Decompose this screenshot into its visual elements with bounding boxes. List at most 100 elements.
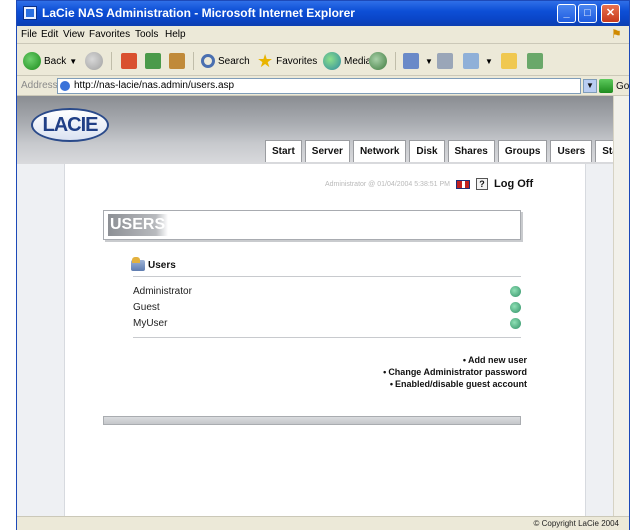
copyright-text: © Copyright LaCie 2004 bbox=[533, 519, 620, 528]
history-icon bbox=[369, 52, 387, 70]
tab-users[interactable]: Users bbox=[550, 140, 593, 162]
log-off-link[interactable]: Log Off bbox=[494, 178, 533, 190]
add-new-user-link[interactable]: • Add new user bbox=[383, 354, 527, 366]
menu-help[interactable]: Help bbox=[165, 29, 186, 40]
list-item: MyUser bbox=[133, 316, 521, 332]
edit-page-icon bbox=[463, 53, 479, 69]
tab-shares[interactable]: Shares bbox=[447, 140, 495, 162]
chevron-down-icon: ▼ bbox=[485, 56, 493, 66]
messenger-icon bbox=[527, 53, 543, 69]
chevron-down-icon: ▼ bbox=[425, 56, 433, 66]
forward-button[interactable] bbox=[85, 50, 106, 72]
uk-flag-icon[interactable] bbox=[456, 179, 471, 189]
stop-button[interactable] bbox=[121, 50, 140, 72]
page-viewport: LACIE Start Server Network Disk Shares G… bbox=[17, 96, 629, 516]
windows-flag-icon: ⚑ bbox=[611, 27, 622, 41]
address-label: Address bbox=[21, 80, 58, 91]
title-bar: LaCie NAS Administration - Microsoft Int… bbox=[17, 1, 629, 26]
menu-view[interactable]: View bbox=[63, 29, 85, 40]
tab-network[interactable]: Network bbox=[352, 140, 407, 162]
menu-bar: File Edit View Favorites Tools Help ⚑ bbox=[17, 26, 629, 44]
favorites-label: Favorites bbox=[276, 55, 318, 67]
back-arrow-icon bbox=[23, 52, 41, 70]
users-section-title: Users bbox=[131, 257, 176, 271]
change-admin-password-link[interactable]: • Change Administrator password bbox=[383, 366, 527, 378]
edit-user-icon[interactable] bbox=[510, 302, 521, 313]
chevron-down-icon: ▼ bbox=[69, 56, 78, 66]
toggle-guest-account-link[interactable]: • Enabled/disable guest account bbox=[383, 378, 527, 390]
session-info: Administrator @ 01/04/2004 5:38:51 PM bbox=[325, 180, 451, 188]
go-button[interactable]: Go bbox=[599, 78, 629, 94]
media-label: Media bbox=[344, 55, 372, 67]
refresh-button[interactable] bbox=[145, 50, 164, 72]
toolbar-separator bbox=[111, 52, 112, 70]
back-label: Back bbox=[44, 55, 67, 67]
toolbar-separator bbox=[395, 52, 396, 70]
history-button[interactable] bbox=[369, 50, 390, 72]
user-actions: • Add new user • Change Administrator pass… bbox=[383, 354, 527, 390]
edit-user-icon[interactable] bbox=[510, 318, 521, 329]
menu-tools[interactable]: Tools bbox=[135, 29, 158, 40]
browser-window: LaCie NAS Administration - Microsoft Int… bbox=[16, 0, 630, 530]
go-arrow-icon bbox=[599, 79, 613, 93]
users-icon bbox=[131, 257, 145, 271]
edit-button[interactable]: ▼ bbox=[463, 50, 493, 72]
maximize-button[interactable]: □ bbox=[578, 4, 597, 23]
section-title-label: Users bbox=[148, 260, 176, 271]
page-heading-banner: USERS bbox=[103, 210, 521, 240]
lacie-logo: LACIE bbox=[31, 108, 109, 142]
left-margin-panel bbox=[17, 164, 65, 516]
media-button[interactable]: Media bbox=[323, 50, 371, 72]
user-name: Guest bbox=[133, 302, 160, 313]
menu-favorites[interactable]: Favorites bbox=[89, 29, 130, 40]
site-header: LACIE Start Server Network Disk Shares G… bbox=[17, 96, 629, 164]
menu-file[interactable]: File bbox=[21, 29, 37, 40]
right-margin-panel bbox=[585, 164, 613, 516]
folder-icon bbox=[501, 53, 517, 69]
star-icon: ★ bbox=[257, 50, 274, 71]
list-item: Administrator bbox=[133, 284, 521, 300]
go-label: Go bbox=[616, 80, 630, 92]
mail-icon bbox=[403, 53, 419, 69]
media-icon bbox=[323, 52, 341, 70]
search-button[interactable]: Search bbox=[201, 50, 250, 72]
home-button[interactable] bbox=[169, 50, 188, 72]
address-dropdown-button[interactable]: ▼ bbox=[583, 79, 597, 93]
bullet-icon: • bbox=[462, 355, 466, 365]
vertical-scrollbar[interactable] bbox=[613, 96, 629, 516]
favorites-button[interactable]: ★ Favorites bbox=[257, 50, 317, 72]
list-item: Guest bbox=[133, 300, 521, 316]
toolbar: Back ▼ Search ★ Favorites Media ▼ ▼ bbox=[17, 44, 629, 76]
address-url: http://nas-lacie/nas.admin/users.asp bbox=[74, 80, 235, 91]
home-icon bbox=[169, 53, 185, 69]
ie-app-icon bbox=[23, 6, 37, 20]
main-nav: Start Server Network Disk Shares Groups … bbox=[265, 140, 629, 162]
search-icon bbox=[201, 54, 215, 68]
session-status: Administrator @ 01/04/2004 5:38:51 PM ? … bbox=[325, 178, 533, 190]
page-title: USERS bbox=[108, 214, 168, 236]
back-button[interactable]: Back ▼ bbox=[23, 50, 77, 72]
edit-user-icon[interactable] bbox=[510, 286, 521, 297]
bullet-icon: • bbox=[383, 367, 387, 377]
action-label: Enabled/disable guest account bbox=[394, 379, 527, 389]
page-icon bbox=[60, 81, 70, 91]
messenger-button[interactable] bbox=[527, 50, 546, 72]
action-label: Change Administrator password bbox=[388, 367, 527, 377]
minimize-button[interactable]: _ bbox=[557, 4, 576, 23]
tab-disk[interactable]: Disk bbox=[409, 140, 445, 162]
refresh-icon bbox=[145, 53, 161, 69]
bullet-icon: • bbox=[389, 379, 393, 389]
print-icon bbox=[437, 53, 453, 69]
mail-button[interactable]: ▼ bbox=[403, 50, 433, 72]
tab-groups[interactable]: Groups bbox=[497, 140, 548, 162]
address-input[interactable]: http://nas-lacie/nas.admin/users.asp bbox=[57, 78, 581, 94]
tab-server[interactable]: Server bbox=[304, 140, 350, 162]
tab-start[interactable]: Start bbox=[265, 140, 302, 162]
toolbar-separator bbox=[193, 52, 194, 70]
folder-button[interactable] bbox=[501, 50, 520, 72]
print-button[interactable] bbox=[437, 50, 456, 72]
content-footer-bar bbox=[103, 416, 521, 425]
help-icon[interactable]: ? bbox=[476, 178, 489, 190]
menu-edit[interactable]: Edit bbox=[41, 29, 58, 40]
close-button[interactable]: ✕ bbox=[601, 4, 620, 23]
